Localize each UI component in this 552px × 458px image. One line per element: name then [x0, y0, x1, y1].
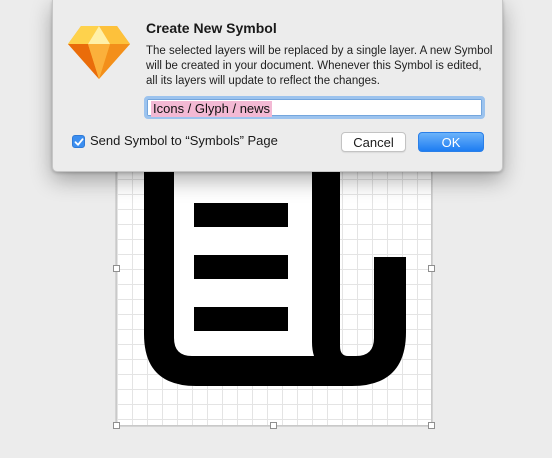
send-to-symbols-page-checkbox[interactable]	[72, 135, 85, 148]
symbol-name-value: Icons / Glyph / news	[151, 101, 273, 117]
dialog-message: The selected layers will be replaced by …	[146, 45, 493, 87]
news-icon[interactable]	[116, 160, 432, 426]
resize-handle-bottom-center[interactable]	[270, 422, 277, 429]
sketch-diamond-icon	[68, 26, 130, 79]
resize-handle-middle-left[interactable]	[113, 265, 120, 272]
resize-handle-bottom-right[interactable]	[428, 422, 435, 429]
cancel-button[interactable]: Cancel	[341, 132, 406, 152]
resize-handle-bottom-left[interactable]	[113, 422, 120, 429]
resize-handle-middle-right[interactable]	[428, 265, 435, 272]
create-symbol-dialog: Create New Symbol The selected layers wi…	[52, 0, 503, 172]
ok-button[interactable]: OK	[418, 132, 484, 152]
send-to-symbols-page-label[interactable]: Send Symbol to “Symbols” Page	[90, 133, 278, 148]
symbol-name-input[interactable]: Icons / Glyph / news	[144, 96, 485, 119]
checkmark-icon	[74, 138, 84, 146]
dialog-title: Create New Symbol	[146, 20, 277, 36]
